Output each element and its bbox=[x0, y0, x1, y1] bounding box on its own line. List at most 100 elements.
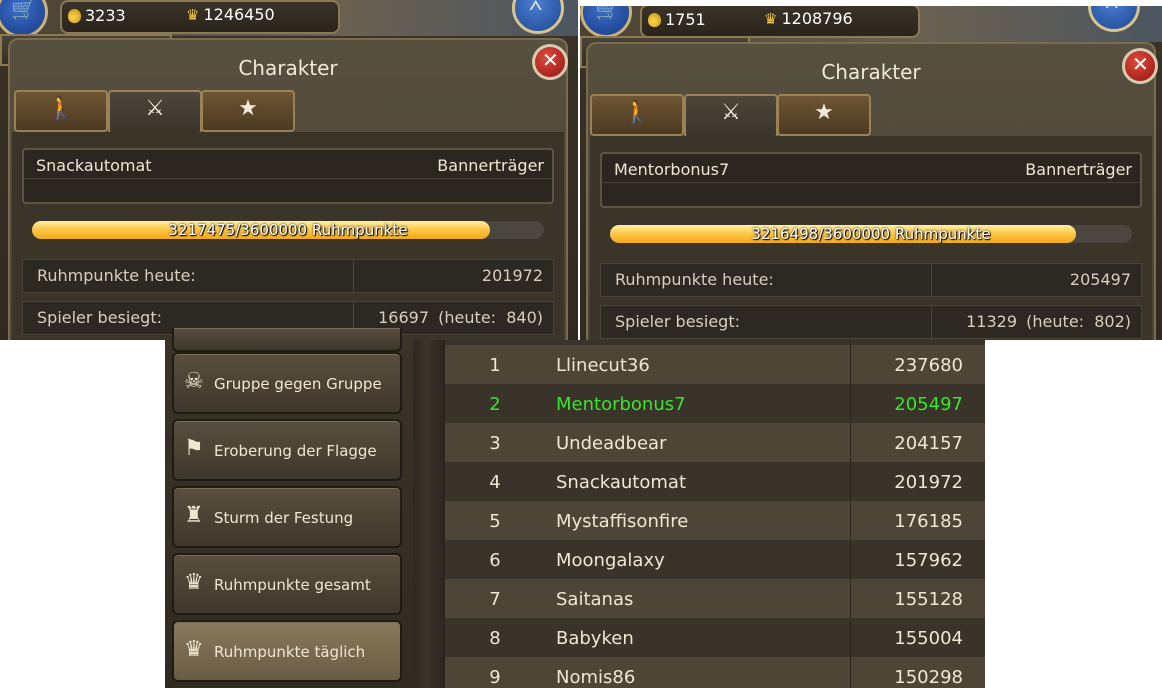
person-icon: 🚶 bbox=[623, 100, 651, 125]
menu-capture-the-flag[interactable]: ⚑ Eroberung der Flagge bbox=[172, 419, 402, 481]
rank-cell: 4 bbox=[489, 472, 501, 493]
menu-fame-daily[interactable]: ♛ Ruhmpunkte täglich bbox=[172, 620, 402, 682]
player-name: Mentorbonus7 bbox=[614, 160, 730, 179]
fame-progress-text: 3217475/3600000 Ruhmpunkte bbox=[168, 221, 408, 239]
crown-icon: ♛ bbox=[184, 570, 204, 595]
menu-group-vs-group[interactable]: ☠ Gruppe gegen Gruppe bbox=[172, 352, 402, 414]
player-cell: Nomis86 bbox=[556, 667, 636, 688]
fame-today-value: 201972 bbox=[481, 266, 543, 285]
players-defeated-row: Spieler besiegt: 11329 (heute: 802) bbox=[600, 305, 1142, 339]
fame-today-row: Ruhmpunkte heute: 201972 bbox=[22, 259, 554, 293]
tab-awards[interactable]: ★ bbox=[777, 94, 871, 136]
table-row[interactable]: 3 Undeadbear 204157 bbox=[445, 423, 985, 462]
player-cell: Babyken bbox=[556, 628, 634, 649]
score-cell: 150298 bbox=[894, 667, 963, 688]
menu-divider bbox=[413, 340, 445, 688]
score-cell: 205497 bbox=[894, 394, 963, 415]
ranking-table: 1 Llinecut36 237680 2 Mentorbonus7 20549… bbox=[445, 340, 985, 688]
players-defeated-label: Spieler besiegt: bbox=[37, 308, 162, 327]
crown-icon: ♛ bbox=[184, 637, 204, 662]
character-window: Charakter ✕ 🚶 ⚔ ★ Snackautomat Bannerträ… bbox=[8, 38, 568, 340]
player-cell: Mystaffisonfire bbox=[556, 511, 689, 532]
menu-fame-total[interactable]: ♛ Ruhmpunkte gesamt bbox=[172, 553, 402, 615]
menu-button-partial[interactable] bbox=[172, 328, 402, 352]
medal-icon: ★ bbox=[238, 96, 258, 121]
table-row[interactable]: 8 Babyken 155004 bbox=[445, 618, 985, 657]
fame-today-label: Ruhmpunkte heute: bbox=[37, 266, 196, 285]
player-namebox: Snackautomat Bannerträger bbox=[22, 148, 554, 204]
medal-icon: ★ bbox=[814, 100, 834, 125]
players-defeated-label: Spieler besiegt: bbox=[615, 312, 740, 331]
skull-icon: ☠ bbox=[184, 369, 204, 394]
score-cell: 201972 bbox=[894, 472, 963, 493]
score-cell: 204157 bbox=[894, 433, 963, 454]
player-rank: Bannerträger bbox=[437, 156, 544, 175]
player-cell: Snackautomat bbox=[556, 472, 686, 493]
rank-cell: 6 bbox=[489, 550, 501, 571]
rank-cell: 2 bbox=[489, 394, 501, 415]
acorn-currency: 3233 bbox=[68, 6, 126, 25]
fame-today-value: 205497 bbox=[1069, 270, 1131, 289]
acorn-icon bbox=[648, 13, 661, 27]
tab-bar: 🚶 ⚔ ★ bbox=[588, 94, 888, 138]
crown-currency: ♛ 1208796 bbox=[764, 9, 853, 28]
acorn-icon bbox=[68, 9, 81, 23]
table-row[interactable]: 4 Snackautomat 201972 bbox=[445, 462, 985, 501]
tab-character[interactable]: 🚶 bbox=[14, 90, 108, 132]
table-row[interactable]: 5 Mystaffisonfire 176185 bbox=[445, 501, 985, 540]
score-cell: 155128 bbox=[894, 589, 963, 610]
close-icon: ✕ bbox=[542, 48, 559, 72]
player-cell: Llinecut36 bbox=[556, 355, 650, 376]
rank-cell: 1 bbox=[489, 355, 501, 376]
rank-cell: 8 bbox=[489, 628, 501, 649]
ranking-category-menu: ☠ Gruppe gegen Gruppe ⚑ Eroberung der Fl… bbox=[165, 328, 413, 688]
rank-cell: 3 bbox=[489, 433, 501, 454]
table-row[interactable]: 1 Llinecut36 237680 bbox=[445, 345, 985, 384]
flag-icon: ⚑ bbox=[184, 436, 204, 461]
tab-combat[interactable]: ⚔ bbox=[684, 94, 778, 138]
rank-cell: 7 bbox=[489, 589, 501, 610]
rank-cell: 5 bbox=[489, 511, 501, 532]
acorn-currency: 1751 bbox=[648, 10, 706, 29]
crossed-swords-icon: ⚔ bbox=[721, 100, 741, 125]
close-button[interactable]: ✕ bbox=[1122, 48, 1158, 84]
combat-content: Mentorbonus7 Bannerträger 3216498/360000… bbox=[590, 136, 1152, 340]
player-cell: Undeadbear bbox=[556, 433, 667, 454]
tab-bar: 🚶 ⚔ ★ bbox=[12, 90, 312, 134]
score-cell: 155004 bbox=[894, 628, 963, 649]
table-row[interactable]: 7 Saitanas 155128 bbox=[445, 579, 985, 618]
tab-awards[interactable]: ★ bbox=[201, 90, 295, 132]
players-defeated-today: (heute: 802) bbox=[1026, 312, 1131, 331]
cart-icon: 🛒 bbox=[595, 6, 620, 21]
tab-character[interactable]: 🚶 bbox=[590, 94, 684, 136]
player-rank: Bannerträger bbox=[1025, 160, 1132, 179]
crown-currency: ♛ 1246450 bbox=[186, 5, 275, 24]
compass-icon: ⩑ bbox=[1105, 6, 1118, 14]
player-namebox: Mentorbonus7 Bannerträger bbox=[600, 152, 1142, 208]
table-row[interactable]: 6 Moongalaxy 157962 bbox=[445, 540, 985, 579]
close-button[interactable]: ✕ bbox=[532, 44, 568, 80]
crown-icon: ♛ bbox=[186, 6, 200, 24]
player-name: Snackautomat bbox=[36, 156, 152, 175]
close-icon: ✕ bbox=[1132, 52, 1149, 76]
combat-content: Snackautomat Bannerträger 3217475/360000… bbox=[12, 132, 564, 340]
window-title: Charakter bbox=[238, 56, 338, 80]
character-panel-left: 🛒 3233 ♛1246450 ⩑ ▰ 306542 Charakter ✕ 🚶… bbox=[0, 0, 578, 340]
cart-icon: 🛒 bbox=[11, 0, 36, 21]
crossed-swords-icon: ⚔ bbox=[145, 96, 165, 121]
crown-icon: ♛ bbox=[764, 10, 778, 28]
fame-today-label: Ruhmpunkte heute: bbox=[615, 270, 774, 289]
table-row[interactable]: 9 Nomis86 150298 bbox=[445, 657, 985, 688]
character-panel-right: 🛒 1751 ♛1208796 ⩑ ▰ 21219 Charakter ✕ 🚶 … bbox=[580, 6, 1162, 340]
tab-combat[interactable]: ⚔ bbox=[108, 90, 202, 134]
fame-progress-text: 3216498/3600000 Ruhmpunkte bbox=[751, 225, 991, 243]
fame-today-row: Ruhmpunkte heute: 205497 bbox=[600, 263, 1142, 297]
compass-icon: ⩑ bbox=[529, 0, 543, 16]
player-cell: Mentorbonus7 bbox=[556, 394, 686, 415]
score-cell: 176185 bbox=[894, 511, 963, 532]
tower-icon: ♜ bbox=[184, 503, 204, 528]
menu-storm-fortress[interactable]: ♜ Sturm der Festung bbox=[172, 486, 402, 548]
table-row-highlighted[interactable]: 2 Mentorbonus7 205497 bbox=[445, 384, 985, 423]
character-window: Charakter ✕ 🚶 ⚔ ★ Mentorbonus7 Bannerträ… bbox=[586, 42, 1158, 340]
fame-progress-bar: 3217475/3600000 Ruhmpunkte bbox=[32, 221, 544, 239]
